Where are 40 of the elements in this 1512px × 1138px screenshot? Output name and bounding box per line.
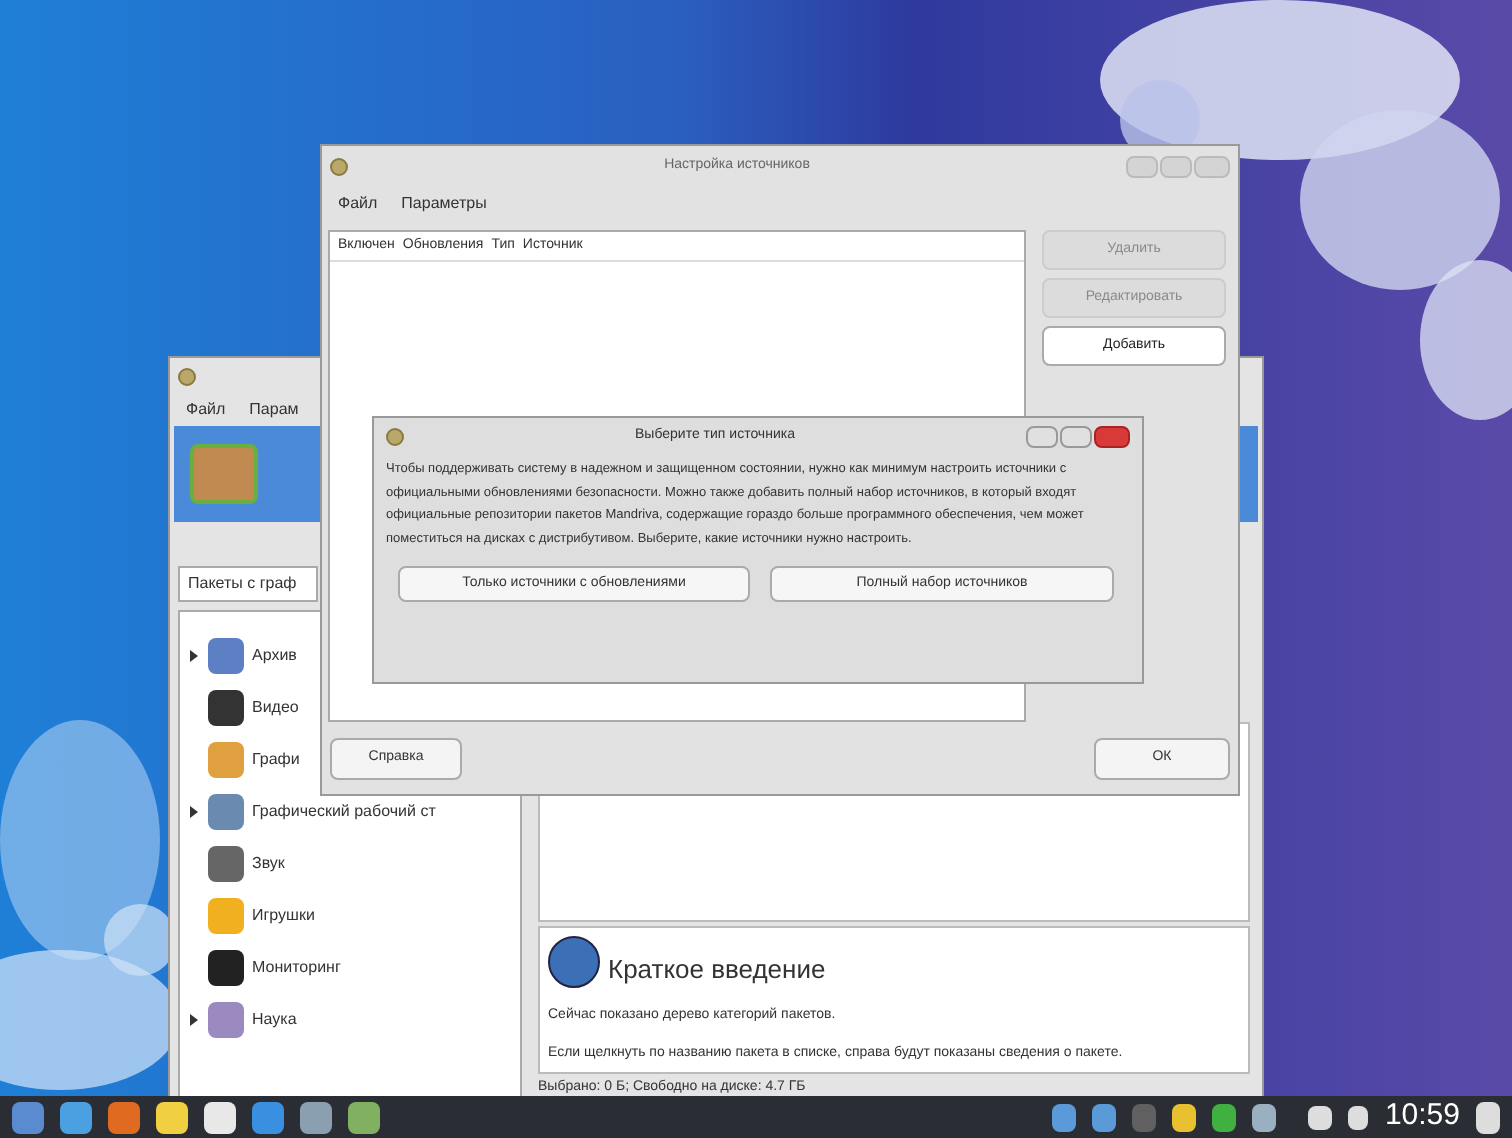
info-title: Краткое введение [608, 951, 826, 988]
launcher-icon[interactable] [60, 1101, 92, 1133]
category-label[interactable]: Звук [252, 852, 285, 876]
category-label[interactable]: Игрушки [252, 904, 315, 928]
app-icon [330, 157, 348, 175]
category-icon [208, 638, 244, 674]
tray-icon[interactable] [1172, 1103, 1197, 1131]
expander-arrow-icon[interactable] [190, 1014, 198, 1026]
menu-item[interactable]: Файл [338, 192, 378, 216]
category-icon [208, 846, 244, 882]
category-label[interactable]: Архив [252, 644, 297, 668]
category-icon [208, 742, 244, 778]
launcher-icon[interactable] [300, 1101, 332, 1133]
category-label[interactable]: Наука [252, 1008, 297, 1032]
category-icon [208, 794, 244, 830]
app-icon [178, 367, 196, 385]
expander-arrow-icon[interactable] [190, 806, 198, 818]
category-label[interactable]: Графи [252, 748, 300, 772]
category-icon [208, 690, 244, 726]
menu-item[interactable]: Парам [249, 398, 299, 422]
menu-item[interactable]: Параметры [401, 192, 487, 216]
launcher-icon[interactable] [156, 1101, 188, 1133]
category-icon [208, 1002, 244, 1038]
tray-icon[interactable] [1252, 1103, 1277, 1131]
clock[interactable]: 10:59 [1384, 1094, 1460, 1138]
menu-item[interactable]: Файл [186, 398, 226, 422]
tray-icon[interactable] [1212, 1103, 1237, 1131]
app-icon [386, 427, 404, 445]
launcher-icon[interactable] [204, 1101, 236, 1133]
close-button[interactable] [1093, 425, 1130, 447]
category-label[interactable]: Графический рабочий ст [252, 800, 436, 824]
category-label[interactable]: Мониторинг [252, 956, 341, 980]
filter-dropdown[interactable]: Пакеты с граф [178, 566, 318, 602]
launcher-icon[interactable] [348, 1101, 380, 1133]
category-icon [208, 898, 244, 934]
tray-icon[interactable] [1052, 1103, 1077, 1131]
category-icon [208, 950, 244, 986]
tray-icon[interactable] [1092, 1103, 1117, 1131]
category-label[interactable]: Видео [252, 696, 299, 720]
expander-arrow-icon[interactable] [190, 650, 198, 662]
